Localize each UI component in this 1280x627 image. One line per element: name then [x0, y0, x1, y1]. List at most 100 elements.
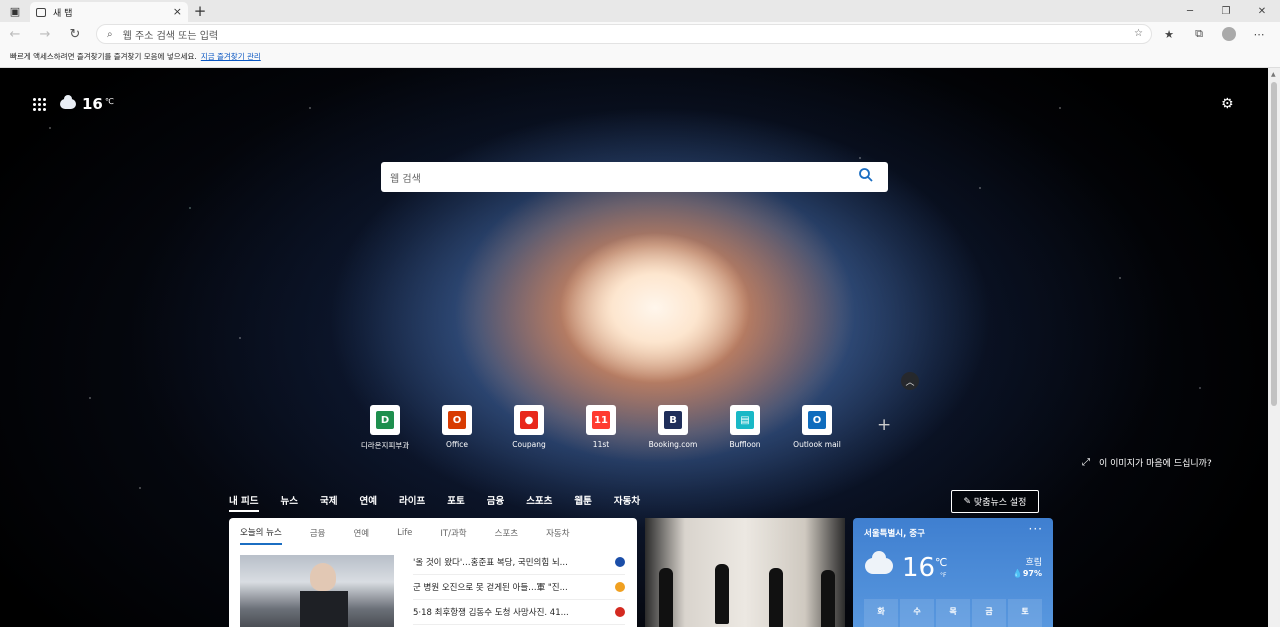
- news-nav-item[interactable]: 스포츠: [526, 493, 552, 512]
- quick-link-3[interactable]: 11 11st: [565, 405, 637, 451]
- quick-link-icon: D: [370, 405, 400, 435]
- page-scrollbar[interactable]: ▲: [1268, 68, 1280, 627]
- quick-links: D 디라온지피부과 O Office ● Coupang 11 11st B Booking.co…: [349, 405, 853, 451]
- add-favorite-icon[interactable]: ☆: [1134, 28, 1143, 39]
- collapse-quick-links-button[interactable]: ︿: [901, 372, 919, 390]
- minimize-icon[interactable]: ─: [1172, 0, 1208, 22]
- news-tab[interactable]: 오늘의 뉴스: [240, 520, 282, 545]
- quick-link-2[interactable]: ● Coupang: [493, 405, 565, 451]
- news-nav-item[interactable]: 연예: [360, 493, 377, 512]
- web-search-box[interactable]: 웹 검색: [381, 162, 888, 192]
- news-nav-item[interactable]: 자동차: [614, 493, 640, 512]
- quick-link-5[interactable]: ▤ Buffloon: [709, 405, 781, 451]
- cloud-weather-icon: [60, 95, 76, 109]
- photo-news-card[interactable]: [645, 518, 845, 627]
- fahrenheit-toggle[interactable]: °F: [940, 572, 946, 579]
- new-tab-button[interactable]: +: [188, 0, 212, 22]
- profile-button[interactable]: [1214, 22, 1244, 46]
- temperature-unit: ℃: [104, 97, 114, 106]
- quick-link-label: 11st: [592, 440, 610, 449]
- personalize-button[interactable]: ✎ 맞춤뉴스 설정: [951, 490, 1039, 513]
- more-options-icon[interactable]: ···: [1029, 522, 1043, 536]
- personalize-label: 맞춤뉴스 설정: [973, 498, 1027, 508]
- quick-link-1[interactable]: O Office: [421, 405, 493, 451]
- news-nav-item[interactable]: 웹툰: [574, 493, 591, 512]
- news-nav-item[interactable]: 뉴스: [281, 493, 298, 512]
- news-source-icon: [615, 582, 625, 592]
- forecast-day[interactable]: 토: [1008, 599, 1042, 627]
- avatar: [1222, 27, 1236, 41]
- title-bar: ▣ 새 탭 × + ─ ❐ ✕: [0, 0, 1280, 22]
- search-icon: ⌕: [107, 28, 113, 40]
- tab-new-tab[interactable]: 새 탭 ×: [30, 2, 188, 22]
- news-nav-item[interactable]: 라이프: [399, 493, 425, 512]
- scroll-thumb[interactable]: [1271, 82, 1277, 406]
- address-placeholder: 웹 주소 검색 또는 입력: [122, 30, 219, 42]
- toolbar-right: ★ ⧉ ⋯: [1154, 22, 1274, 46]
- refresh-button[interactable]: ↻: [60, 22, 90, 46]
- news-nav-item[interactable]: 금융: [487, 493, 504, 512]
- tab-actions-icon[interactable]: ▣: [0, 0, 30, 22]
- back-button[interactable]: ←: [0, 22, 30, 46]
- favorites-bar: 빠르게 액세스하려면 즐겨찾기를 즐겨찾기 모음에 넣으세요. 지금 즐겨찾기 …: [0, 46, 1280, 68]
- headline-item[interactable]: '올 것이 왔다'…홍준표 복당, 국민의힘 뇌...: [413, 550, 625, 575]
- add-quick-link-icon[interactable]: +: [877, 415, 891, 435]
- forecast-day[interactable]: 금: [972, 599, 1006, 627]
- restore-icon[interactable]: ❐: [1208, 0, 1244, 22]
- like-image-text: 이 이미지가 마음에 드십니까?: [1099, 459, 1212, 469]
- headline-item[interactable]: 군 병원 오진으로 못 걷게된 아들…軍 "진...: [413, 575, 625, 600]
- settings-gear-icon[interactable]: ⚙: [1221, 96, 1234, 112]
- like-image-prompt[interactable]: ⤢ 이 이미지가 마음에 드십니까?: [1082, 456, 1212, 469]
- favorites-bar-text: 빠르게 액세스하려면 즐겨찾기를 즐겨찾기 모음에 넣으세요.: [10, 52, 197, 61]
- news-tab[interactable]: 스포츠: [495, 521, 518, 544]
- forecast-day[interactable]: 목: [936, 599, 970, 627]
- news-nav-item[interactable]: 포토: [447, 493, 464, 512]
- current-temperature[interactable]: 16: [82, 95, 103, 113]
- news-tabs: 오늘의 뉴스 금융 연예 Life IT/과학 스포츠 자동차: [229, 518, 637, 546]
- more-menu-icon[interactable]: ⋯: [1244, 22, 1274, 46]
- address-bar[interactable]: ⌕ 웹 주소 검색 또는 입력 ☆: [96, 24, 1152, 44]
- news-tab[interactable]: IT/과학: [440, 521, 466, 544]
- news-nav-item[interactable]: 내 피드: [229, 493, 259, 512]
- collections-icon[interactable]: ⧉: [1184, 22, 1214, 46]
- weather-card[interactable]: 서울특별시, 중구 ··· 16 ℃ °F 흐림 💧97% 화수목금토: [853, 518, 1053, 627]
- headline-text: 5·18 최후항쟁 김동수 도청 사망사진. 41...: [413, 608, 569, 618]
- quick-link-0[interactable]: D 디라온지피부과: [349, 405, 421, 451]
- close-tab-icon[interactable]: ×: [173, 5, 182, 18]
- forecast-day[interactable]: 수: [900, 599, 934, 627]
- favorites-icon[interactable]: ★: [1154, 22, 1184, 46]
- news-card: 오늘의 뉴스 금융 연예 Life IT/과학 스포츠 자동차 '올 것이 왔다'…홍준표 …: [229, 518, 637, 627]
- news-tab[interactable]: 금융: [310, 521, 326, 544]
- quick-link-icon: B: [658, 405, 688, 435]
- close-window-icon[interactable]: ✕: [1244, 0, 1280, 22]
- quick-link-6[interactable]: O Outlook mail: [781, 405, 853, 451]
- quick-link-label: Buffloon: [729, 440, 761, 449]
- humidity: 💧97%: [1012, 569, 1042, 578]
- quick-link-label: Booking.com: [648, 440, 698, 449]
- search-submit-icon[interactable]: [858, 167, 874, 183]
- news-thumbnail[interactable]: [240, 555, 394, 627]
- quick-link-label: Office: [446, 440, 468, 449]
- news-tab[interactable]: 자동차: [546, 521, 569, 544]
- weather-location[interactable]: 서울특별시, 중구: [864, 527, 925, 539]
- top-left-widgets: 16 ℃: [33, 95, 114, 113]
- manage-favorites-link[interactable]: 지금 즐겨찾기 관리: [201, 51, 261, 62]
- news-category-nav: 내 피드 뉴스 국제 연예 라이프 포토 금융 스포츠 웹툰 자동차: [229, 493, 662, 512]
- app-launcher-icon[interactable]: [33, 97, 46, 111]
- news-source-icon: [615, 557, 625, 567]
- weather-temperature: 16: [902, 553, 936, 583]
- headline-item[interactable]: 5·18 최후항쟁 김동수 도청 사망사진. 41...: [413, 600, 625, 625]
- quick-link-4[interactable]: B Booking.com: [637, 405, 709, 451]
- quick-link-label: Coupang: [512, 440, 546, 449]
- celsius-toggle[interactable]: ℃: [935, 556, 947, 569]
- tab-title: 새 탭: [53, 8, 73, 19]
- news-nav-item[interactable]: 국제: [320, 493, 337, 512]
- quick-link-icon: ●: [514, 405, 544, 435]
- quick-link-icon: O: [802, 405, 832, 435]
- scroll-up-icon[interactable]: ▲: [1271, 71, 1276, 78]
- forecast-day[interactable]: 화: [864, 599, 898, 627]
- forward-button[interactable]: →: [30, 22, 60, 46]
- news-tab[interactable]: Life: [397, 522, 412, 543]
- news-tab[interactable]: 연예: [353, 521, 369, 544]
- headline-list: '올 것이 왔다'…홍준표 복당, 국민의힘 뇌... 군 병원 오진으로 못 걷…: [413, 550, 625, 625]
